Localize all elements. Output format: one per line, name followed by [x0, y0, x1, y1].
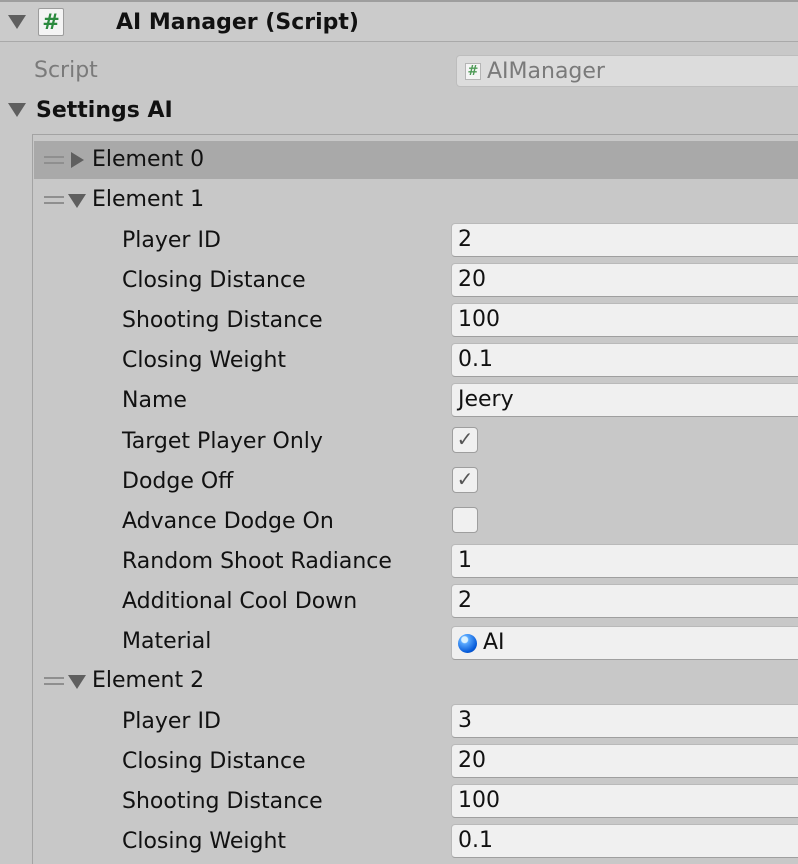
name-input[interactable]: Jeery	[451, 383, 798, 417]
additional-cool-down-value: 2	[458, 588, 472, 613]
closing-distance-value: 20	[458, 748, 486, 773]
closing-distance-label: Closing Distance	[122, 749, 306, 774]
settings-ai-label[interactable]: Settings AI	[36, 96, 173, 126]
shooting-distance-value: 100	[458, 788, 500, 813]
component-header[interactable]: # AI Manager (Script)	[0, 0, 798, 42]
element-2-row[interactable]: Element 2	[34, 662, 798, 700]
element-1-expanded-arrow-icon[interactable]	[68, 194, 86, 208]
checkmark-icon: ✓	[456, 467, 474, 491]
inspector-panel: # AI Manager (Script) Script # AIManager…	[0, 0, 798, 864]
element-0-label: Element 0	[92, 147, 205, 172]
script-hash-icon: #	[38, 8, 64, 36]
element-0-row[interactable]: Element 0	[34, 141, 798, 179]
element-1-label: Element 1	[92, 187, 205, 212]
element-0-collapsed-arrow-icon[interactable]	[71, 152, 84, 168]
advance-dodge-on-checkbox[interactable]	[452, 507, 478, 533]
blue-sphere-icon	[458, 634, 477, 653]
closing-weight-value: 0.1	[458, 347, 493, 372]
closing-distance-value: 20	[458, 267, 486, 292]
closing-weight-input[interactable]: 0.1	[451, 343, 798, 377]
drag-handle-icon[interactable]	[44, 677, 64, 685]
closing-weight-label: Closing Weight	[122, 348, 287, 373]
closing-distance-input[interactable]: 20	[451, 263, 798, 297]
shooting-distance-label: Shooting Distance	[122, 308, 323, 333]
player-id-value: 2	[458, 227, 472, 252]
player-id-value: 3	[458, 708, 472, 733]
element-1-row[interactable]: Element 1	[34, 181, 798, 219]
random-shoot-radiance-label: Random Shoot Radiance	[122, 549, 392, 574]
shooting-distance-value: 100	[458, 307, 500, 332]
additional-cool-down-input[interactable]: 2	[451, 584, 798, 618]
component-title: AI Manager (Script)	[116, 10, 359, 35]
element-2-label: Element 2	[92, 668, 205, 693]
target-player-only-label: Target Player Only	[122, 429, 323, 454]
dodge-off-checkbox[interactable]: ✓	[452, 467, 478, 493]
closing-weight-value: 0.1	[458, 828, 493, 853]
player-id-label: Player ID	[122, 228, 221, 253]
name-label: Name	[122, 388, 187, 413]
settings-ai-expand-icon[interactable]	[8, 103, 26, 117]
element-2-expanded-arrow-icon[interactable]	[68, 675, 86, 689]
random-shoot-radiance-value: 1	[458, 548, 472, 573]
script-file-icon: #	[465, 63, 481, 80]
drag-handle-icon[interactable]	[44, 156, 64, 164]
collapse-arrow-icon[interactable]	[8, 15, 26, 29]
material-object-field[interactable]: AI	[451, 626, 798, 660]
player-id-label: Player ID	[122, 709, 221, 734]
closing-weight-label: Closing Weight	[122, 829, 287, 854]
script-value: AIManager	[487, 59, 605, 84]
material-value: AI	[483, 630, 505, 655]
dodge-off-label: Dodge Off	[122, 469, 234, 494]
target-player-only-checkbox[interactable]: ✓	[452, 427, 478, 453]
closing-distance-input[interactable]: 20	[451, 744, 798, 778]
drag-handle-icon[interactable]	[44, 196, 64, 204]
advance-dodge-on-label: Advance Dodge On	[122, 509, 334, 534]
closing-weight-input[interactable]: 0.1	[451, 824, 798, 858]
closing-distance-label: Closing Distance	[122, 268, 306, 293]
player-id-input[interactable]: 3	[451, 704, 798, 738]
player-id-input[interactable]: 2	[451, 223, 798, 257]
shooting-distance-input[interactable]: 100	[451, 784, 798, 818]
shooting-distance-label: Shooting Distance	[122, 789, 323, 814]
name-value: Jeery	[458, 387, 514, 412]
checkmark-icon: ✓	[456, 427, 474, 451]
shooting-distance-input[interactable]: 100	[451, 303, 798, 337]
script-object-field[interactable]: # AIManager	[456, 55, 798, 87]
script-label: Script	[34, 58, 98, 83]
additional-cool-down-label: Additional Cool Down	[122, 589, 358, 614]
material-label: Material	[122, 629, 212, 654]
random-shoot-radiance-input[interactable]: 1	[451, 544, 798, 578]
